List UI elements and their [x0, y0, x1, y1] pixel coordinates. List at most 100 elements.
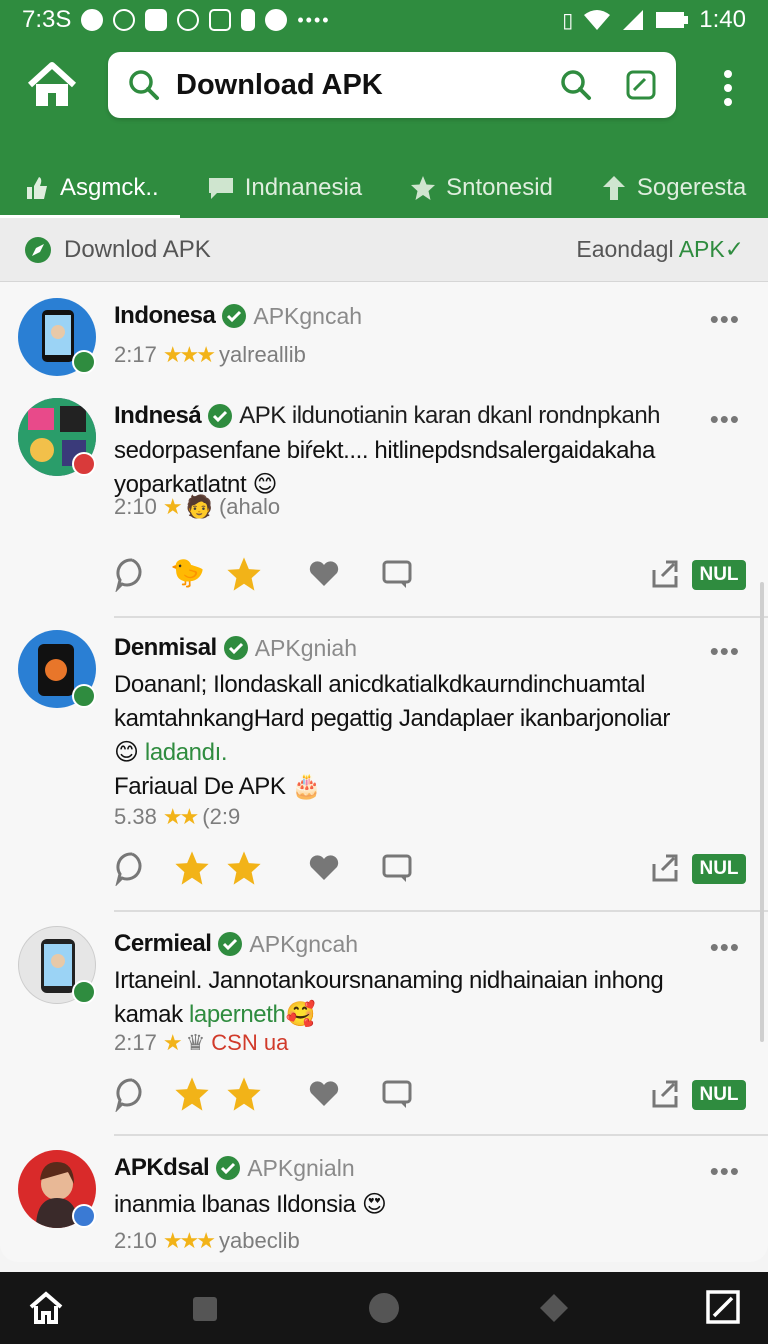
signal-icon	[623, 10, 644, 30]
comment-icon[interactable]	[114, 556, 150, 592]
post-time: 2:17	[114, 342, 157, 367]
heart-icon[interactable]	[306, 1076, 342, 1112]
system-nav-bar	[0, 1272, 768, 1344]
section-header: Downlod APK Eaondagl APK✓	[0, 218, 768, 282]
post-header: Indnesá APK ildunotianin karan dkanl ron…	[114, 402, 661, 430]
rating-stars: ★★	[162, 804, 199, 829]
nav-home-icon[interactable]	[28, 1290, 64, 1326]
author-name[interactable]: Cermieal	[114, 930, 212, 958]
verified-icon	[216, 1156, 241, 1180]
tab-label: Asgmck..	[60, 174, 159, 201]
post-menu-icon[interactable]: •••	[710, 932, 740, 963]
tab-indnanesia[interactable]: Indnanesia	[183, 158, 386, 218]
message-icon[interactable]	[380, 1076, 416, 1112]
message-icon[interactable]	[380, 850, 416, 886]
post-time: 5.38	[114, 804, 157, 829]
post-body: sedorpasenfane biŕekt.... hitlinepdsndsa…	[114, 434, 734, 502]
author-name[interactable]: Denmisal	[114, 634, 217, 662]
star-rate-icon[interactable]	[174, 850, 210, 886]
screenshot-icon	[209, 9, 232, 31]
alarm-icon	[177, 9, 200, 31]
share-icon[interactable]	[648, 1076, 684, 1112]
star-rate-icon[interactable]	[226, 850, 262, 886]
star-rate-icon[interactable]	[226, 1076, 262, 1112]
post-meta-alert: CSN ua	[211, 1030, 289, 1055]
post-link[interactable]: laperneth	[189, 1001, 286, 1028]
share-icon[interactable]	[648, 556, 684, 592]
post-text-line: Fariaual De APK	[114, 773, 286, 800]
app-badge	[72, 452, 96, 476]
comment-icon[interactable]	[114, 850, 150, 886]
tab-sogeresta[interactable]: Sogeresta	[577, 158, 768, 218]
emoji-icon: 🥰	[285, 1001, 315, 1028]
heart-icon[interactable]	[306, 556, 342, 592]
nul-badge-button[interactable]: NUL	[692, 560, 746, 590]
edit-icon[interactable]	[626, 70, 656, 100]
status-time-right: 1:40	[699, 6, 746, 33]
nul-badge-button[interactable]: NUL	[692, 1080, 746, 1110]
author-name[interactable]: APKdsal	[114, 1154, 210, 1182]
search-bar[interactable]: Download APK	[108, 52, 676, 118]
author-name[interactable]: Indnesá	[114, 402, 202, 430]
overflow-menu-icon[interactable]	[716, 68, 740, 108]
nav-circle-icon[interactable]	[368, 1292, 400, 1324]
battery-icon	[656, 12, 689, 28]
message-icon[interactable]	[380, 556, 416, 592]
search-query[interactable]: Download APK	[176, 69, 560, 102]
section-action-accent: APK	[678, 236, 725, 262]
post-meta-text: yalreallib	[219, 342, 306, 367]
nav-diamond-icon[interactable]	[538, 1292, 570, 1324]
scrollbar[interactable]	[760, 582, 764, 1042]
nav-edit-icon[interactable]	[706, 1290, 740, 1324]
status-bar: 7:3S •••• ▯ 1:40	[0, 0, 768, 40]
tab-label: Sntonesid	[446, 174, 553, 201]
comment-icon[interactable]	[114, 1076, 150, 1112]
party-icon[interactable]: 🐤	[170, 556, 206, 592]
star-rate-icon[interactable]	[226, 556, 262, 592]
author-handle: APKgncah	[253, 302, 363, 329]
post-menu-icon[interactable]: •••	[710, 1156, 740, 1187]
nav-square-icon[interactable]	[192, 1296, 218, 1322]
tab-label: Indnanesia	[244, 174, 363, 201]
post-body: Irtaneinl. Jannotankoursnanaming nidhain…	[114, 964, 734, 1032]
feed-list[interactable]: Indonesa APKgncah ••• 2:17 ★★★ yalrealli…	[0, 282, 768, 1262]
author-handle: APKgncah	[249, 930, 359, 957]
post-time: 2:10	[114, 1228, 157, 1253]
tab-asgmck[interactable]: Asgmck..	[0, 158, 183, 220]
share-icon[interactable]	[648, 850, 684, 886]
post-header: Denmisal APKgniah	[114, 634, 357, 662]
notification-icon	[265, 9, 288, 31]
post-meta: 2:17 ★ ♛ CSN ua	[114, 1030, 288, 1056]
verified-icon	[223, 636, 248, 660]
post-text-line: sedorpasenfane biŕekt.... hitlinepdsndsa…	[114, 437, 655, 464]
nul-badge-button[interactable]: NUL	[692, 854, 746, 884]
section-action[interactable]: Eaondagl APK✓	[576, 236, 744, 263]
verified-icon	[218, 932, 243, 956]
app-badge	[72, 1204, 96, 1228]
cake-icon: 🎂	[291, 773, 322, 800]
post-menu-icon[interactable]: •••	[710, 304, 740, 335]
more-notifications: ••••	[297, 9, 331, 30]
star-rate-icon[interactable]	[174, 1076, 210, 1112]
post-meta: 2:10 ★★★ yabeclib	[114, 1228, 300, 1254]
post-actions: NUL	[114, 850, 746, 890]
tab-sntonesid[interactable]: Sntonesid	[386, 158, 577, 218]
post-text-line: kamtahnkangHard pegattig Jandaplaer ikan…	[114, 705, 670, 732]
app-bar: Download APK Asgmck.. Indnanesia Sntones…	[0, 40, 768, 220]
post-time: 2:10	[114, 494, 157, 519]
author-name[interactable]: Indonesa	[114, 302, 216, 330]
post-text-line: kamak	[114, 1001, 183, 1028]
heart-icon[interactable]	[306, 850, 342, 886]
post-header: Indonesa APKgncah	[114, 302, 362, 330]
post-menu-icon[interactable]: •••	[710, 636, 740, 667]
rating-stars: ★★★	[162, 342, 216, 367]
home-icon[interactable]	[26, 60, 78, 112]
post-menu-icon[interactable]: •••	[710, 404, 740, 435]
post-link[interactable]: ladandı.	[145, 739, 228, 766]
wifi-icon	[584, 10, 611, 30]
search-icon	[129, 70, 159, 100]
search-submit-icon[interactable]	[560, 69, 592, 101]
divider	[114, 1134, 768, 1136]
thumb-icon	[27, 177, 47, 199]
post-header: APKdsal APKgnialn	[114, 1154, 355, 1182]
